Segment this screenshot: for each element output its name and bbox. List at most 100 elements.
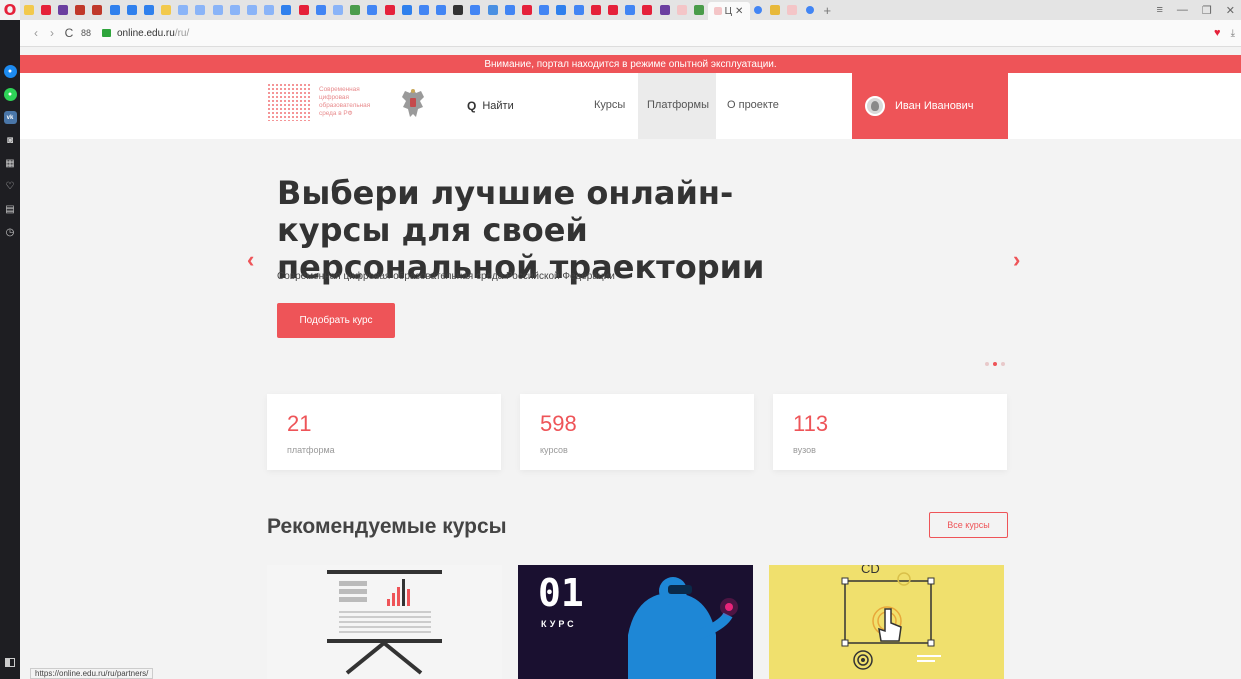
tab-favicon-icon	[143, 5, 154, 15]
browser-tab[interactable]	[347, 2, 364, 18]
stat-card-universities[interactable]: 113 вузов	[773, 394, 1007, 470]
whatsapp-icon[interactable]: ●	[3, 88, 17, 101]
heart-outline-icon[interactable]: ♡	[4, 180, 17, 193]
avatar	[865, 96, 885, 116]
tab-favicon-icon	[367, 5, 378, 15]
browser-tab[interactable]	[89, 2, 106, 18]
close-window-icon[interactable]: ✕	[1226, 4, 1235, 17]
course-card[interactable]: CD	[769, 565, 1004, 679]
messenger-icon[interactable]: ●	[3, 65, 17, 78]
browser-tab[interactable]	[433, 2, 450, 18]
minimize-icon[interactable]: —	[1177, 4, 1188, 17]
sidebar-toggle-icon[interactable]	[5, 658, 15, 667]
browser-tab[interactable]	[570, 2, 587, 18]
card-word: КУРС	[541, 619, 577, 629]
browser-tab[interactable]	[518, 2, 535, 18]
logo-text: Современная цифровая образовательная сре…	[319, 86, 371, 117]
opera-menu-icon[interactable]: O	[0, 0, 20, 20]
nav-courses[interactable]: Курсы	[594, 99, 625, 111]
browser-tab[interactable]	[72, 2, 89, 18]
history-icon[interactable]: ◷	[4, 226, 17, 239]
tab-close-icon[interactable]: ✕	[735, 6, 743, 17]
browser-tab[interactable]	[106, 2, 123, 18]
browser-tab[interactable]	[690, 2, 707, 18]
tab-favicon-icon	[642, 5, 653, 15]
carousel-dot-active[interactable]	[993, 362, 997, 366]
browser-tab[interactable]	[295, 2, 312, 18]
url-path: /ru/	[174, 27, 190, 39]
tab-menu-icon[interactable]: ≡	[1156, 4, 1162, 17]
nav-platforms[interactable]: Платформы	[647, 99, 709, 111]
url-field[interactable]: online.edu.ru/ru/	[117, 28, 189, 39]
browser-tab[interactable]	[261, 2, 278, 18]
browser-tab[interactable]	[553, 2, 570, 18]
browser-tab[interactable]	[501, 2, 518, 18]
browser-tab[interactable]	[467, 2, 484, 18]
tab-favicon-icon	[126, 5, 137, 15]
stat-card-platforms[interactable]: 21 платформа	[267, 394, 501, 470]
find-course-button[interactable]: Подобрать курс	[277, 303, 395, 338]
reload-icon[interactable]: C	[60, 26, 78, 40]
new-tab-button[interactable]: +	[818, 3, 836, 18]
browser-tab[interactable]	[37, 2, 54, 18]
browser-tab[interactable]	[587, 2, 604, 18]
tab-active[interactable]: Ц ✕	[707, 2, 750, 20]
search-button[interactable]: Q Найти	[467, 99, 514, 113]
browser-tab[interactable]	[20, 2, 37, 18]
browser-tab-bar: O Ц ✕ + ≡ — ❐ ✕	[0, 0, 1241, 20]
browser-tab[interactable]	[622, 2, 639, 18]
browser-tab[interactable]	[604, 2, 621, 18]
browser-tab[interactable]	[312, 2, 329, 18]
forward-icon[interactable]: ›	[44, 26, 60, 40]
user-menu[interactable]: Иван Иванович	[852, 73, 1008, 139]
site-logo[interactable]: Современная цифровая образовательная сре…	[267, 83, 389, 121]
course-card[interactable]	[267, 565, 502, 679]
browser-tab[interactable]	[140, 2, 157, 18]
tab-google[interactable]	[750, 2, 767, 18]
browser-tab[interactable]	[278, 2, 295, 18]
browser-tab[interactable]	[54, 2, 71, 18]
browser-tab[interactable]	[364, 2, 381, 18]
carousel-dot[interactable]	[1001, 362, 1005, 366]
browser-tab[interactable]	[450, 2, 467, 18]
stat-card-courses[interactable]: 598 курсов	[520, 394, 754, 470]
browser-tab[interactable]	[381, 2, 398, 18]
carousel-dots	[985, 362, 1005, 366]
lock-icon[interactable]	[102, 29, 111, 37]
browser-tab[interactable]	[398, 2, 415, 18]
browser-tab[interactable]	[226, 2, 243, 18]
browser-tab[interactable]	[192, 2, 209, 18]
heart-icon[interactable]: ♥	[1214, 27, 1221, 39]
browser-tab[interactable]	[639, 2, 656, 18]
speed-dial-sidebar-icon[interactable]: ▦	[4, 157, 17, 170]
browser-tab[interactable]	[673, 2, 690, 18]
tab-red[interactable]	[784, 2, 801, 18]
restore-icon[interactable]: ❐	[1202, 4, 1212, 17]
download-icon[interactable]: ⤓	[1231, 28, 1235, 39]
carousel-prev-icon[interactable]: ‹	[247, 247, 254, 273]
tab-yandex[interactable]	[767, 2, 784, 18]
carousel-next-icon[interactable]: ›	[1013, 247, 1020, 273]
tab-favicon-icon	[281, 5, 292, 15]
browser-tab[interactable]	[415, 2, 432, 18]
carousel-dot[interactable]	[985, 362, 989, 366]
all-courses-button[interactable]: Все курсы	[929, 512, 1008, 538]
nav-about[interactable]: О проекте	[727, 99, 779, 111]
vk-icon[interactable]: vk	[3, 111, 17, 124]
browser-tab[interactable]	[158, 2, 175, 18]
tab-google-2[interactable]	[801, 2, 818, 18]
browser-tab[interactable]	[484, 2, 501, 18]
tab-favicon-icon	[676, 5, 687, 15]
speed-dial-icon[interactable]: 88	[78, 28, 94, 38]
browser-tab[interactable]	[175, 2, 192, 18]
browser-tab[interactable]	[536, 2, 553, 18]
browser-tab[interactable]	[243, 2, 260, 18]
back-icon[interactable]: ‹	[28, 26, 44, 40]
browser-tab[interactable]	[329, 2, 346, 18]
news-icon[interactable]: ▤	[4, 203, 17, 216]
card-number: 01	[538, 571, 584, 615]
camera-icon[interactable]: ◙	[4, 134, 17, 147]
browser-tab[interactable]	[656, 2, 673, 18]
browser-tab[interactable]	[209, 2, 226, 18]
browser-tab[interactable]	[123, 2, 140, 18]
